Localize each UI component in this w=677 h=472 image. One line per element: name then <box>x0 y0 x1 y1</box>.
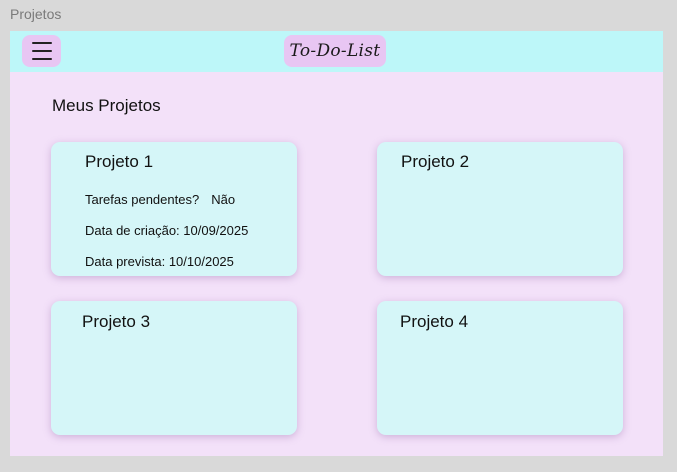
project-card-1[interactable]: Projeto 1 Tarefas pendentes? Não Data de … <box>51 142 297 276</box>
menu-button[interactable] <box>22 35 61 67</box>
hamburger-menu-icon-line <box>31 50 52 52</box>
project-title: Projeto 4 <box>400 312 469 331</box>
window-title: Projetos <box>10 6 62 22</box>
pending-tasks-value: Não <box>211 192 236 207</box>
project-title: Projeto 1 <box>85 152 154 171</box>
pending-tasks-label: Tarefas pendentes? <box>85 192 200 207</box>
brand-logo[interactable]: To-Do-List <box>284 35 386 67</box>
due-date: Data prevista: 10/10/2025 <box>85 254 234 269</box>
top-bar: To-Do-List <box>10 31 663 72</box>
hamburger-menu-icon-line <box>31 58 52 60</box>
page-title: Meus Projetos <box>52 96 161 115</box>
project-title: Projeto 2 <box>401 152 470 171</box>
creation-date: Data de criação: 10/09/2025 <box>85 223 249 238</box>
project-card-3[interactable]: Projeto 3 <box>51 301 297 435</box>
app-frame: To-Do-List Meus Projetos Projeto 1 Taref… <box>10 31 663 456</box>
project-card-2[interactable]: Projeto 2 <box>377 142 623 276</box>
pending-tasks-row: Tarefas pendentes? Não <box>85 192 235 207</box>
hamburger-menu-icon <box>31 42 52 44</box>
project-card-4[interactable]: Projeto 4 <box>377 301 623 435</box>
project-title: Projeto 3 <box>82 312 151 331</box>
